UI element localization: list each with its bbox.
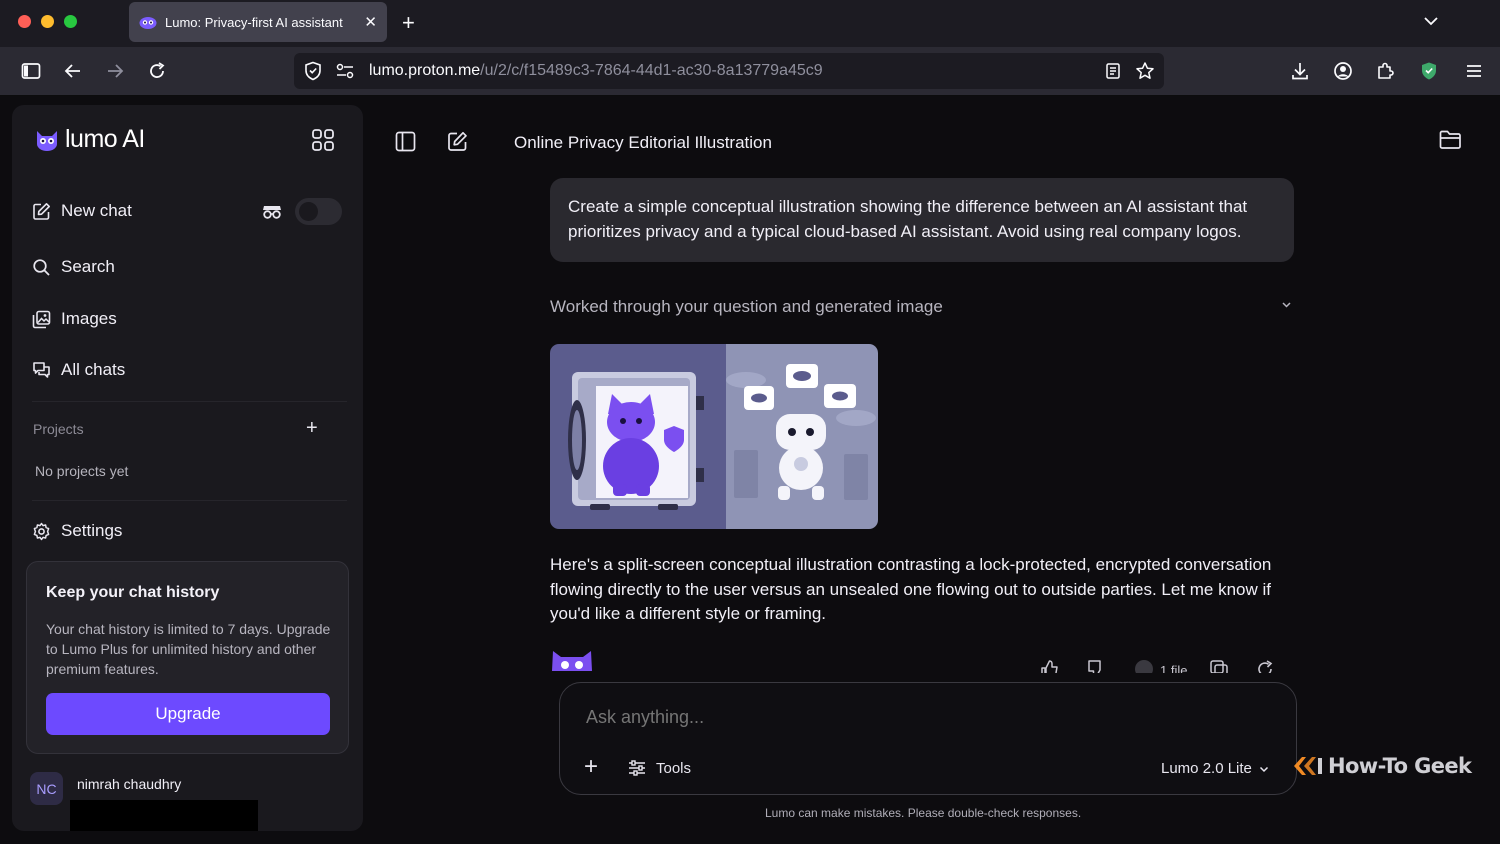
divider bbox=[32, 500, 347, 501]
tab-title: Lumo: Privacy-first AI assistant bbox=[165, 14, 343, 30]
files-count-label: 1 file bbox=[1160, 663, 1188, 673]
new-chat-button[interactable]: New chat bbox=[32, 201, 132, 221]
url-path: /u/2/c/f15489c3-7864-44d1-ac30-8a13779a4… bbox=[480, 62, 823, 79]
all-chats-label: All chats bbox=[61, 360, 126, 379]
search-nav-item[interactable]: Search bbox=[32, 257, 115, 277]
brand-logo[interactable]: lumo AI bbox=[35, 125, 145, 154]
new-tab-button[interactable]: + bbox=[402, 10, 415, 36]
user-profile[interactable]: NC nimrah chaudhry bbox=[30, 772, 258, 831]
browser-tab-active[interactable]: Lumo: Privacy-first AI assistant ✕ bbox=[129, 2, 387, 42]
search-icon bbox=[33, 258, 50, 276]
forward-arrow-icon[interactable] bbox=[105, 61, 125, 81]
url-text[interactable]: lumo.proton.me/u/2/c/f15489c3-7864-44d1-… bbox=[369, 62, 823, 80]
user-name: nimrah chaudhry bbox=[77, 776, 182, 792]
collapse-sidebar-icon[interactable] bbox=[395, 131, 416, 152]
reader-view-icon[interactable] bbox=[1104, 62, 1122, 80]
account-icon[interactable] bbox=[1333, 61, 1353, 81]
how-to-geek-watermark: How-To Geek bbox=[1292, 754, 1472, 778]
lumo-assistant-avatar-icon bbox=[552, 651, 592, 671]
chats-icon bbox=[33, 361, 50, 378]
gear-icon bbox=[33, 522, 50, 540]
url-host: lumo.proton.me bbox=[369, 62, 481, 79]
tools-label: Tools bbox=[656, 759, 692, 777]
address-bar[interactable]: lumo.proton.me/u/2/c/f15489c3-7864-44d1-… bbox=[294, 53, 1164, 89]
thumbs-down-icon[interactable] bbox=[1086, 659, 1106, 673]
disclaimer-text: Lumo can make mistakes. Please double-ch… bbox=[765, 806, 1082, 820]
tab-close-icon[interactable]: ✕ bbox=[364, 13, 377, 31]
message-actions: 1 file bbox=[1040, 659, 1275, 673]
redacted-email-bar bbox=[70, 800, 258, 831]
sidebar: lumo AI New chat Search Images All chats… bbox=[12, 105, 363, 831]
brand-name: lumo AI bbox=[65, 125, 145, 153]
message-input[interactable] bbox=[586, 707, 1266, 728]
how-to-geek-logo-icon bbox=[1294, 757, 1322, 775]
site-permissions-icon[interactable] bbox=[336, 63, 354, 79]
browser-tab-bar: Lumo: Privacy-first AI assistant ✕ + bbox=[0, 0, 1500, 47]
close-window-button[interactable] bbox=[18, 15, 31, 28]
hamburger-menu-icon[interactable] bbox=[1464, 61, 1484, 81]
upgrade-card: Keep your chat history Your chat history… bbox=[26, 561, 349, 754]
chevron-down-icon[interactable] bbox=[1422, 12, 1440, 30]
compose-icon bbox=[33, 202, 50, 220]
model-label: Lumo 2.0 Lite bbox=[1161, 760, 1252, 777]
file-icon bbox=[1135, 660, 1153, 673]
toggle-knob bbox=[299, 202, 318, 221]
extensions-puzzle-icon[interactable] bbox=[1375, 61, 1395, 81]
images-nav-item[interactable]: Images bbox=[32, 309, 117, 329]
add-project-button[interactable]: + bbox=[306, 417, 318, 440]
model-selector[interactable]: Lumo 2.0 Lite bbox=[1161, 760, 1270, 777]
ghost-mode-glasses-icon bbox=[263, 205, 281, 219]
message-composer: + Tools Lumo 2.0 Lite bbox=[559, 682, 1297, 795]
chevron-down-icon bbox=[1259, 766, 1268, 772]
sliders-icon bbox=[629, 760, 645, 776]
projects-heading: Projects bbox=[33, 421, 84, 437]
attached-files-button[interactable]: 1 file bbox=[1134, 659, 1187, 673]
attach-button[interactable]: + bbox=[584, 755, 598, 779]
chat-title: Online Privacy Editorial Illustration bbox=[514, 133, 772, 152]
lumo-favicon-icon bbox=[139, 17, 157, 29]
settings-label: Settings bbox=[61, 521, 123, 540]
minimize-window-button[interactable] bbox=[41, 15, 54, 28]
upgrade-button[interactable]: Upgrade bbox=[46, 693, 330, 735]
maximize-window-button[interactable] bbox=[64, 15, 77, 28]
watermark-text: How-To Geek bbox=[1328, 754, 1472, 778]
new-chat-compose-icon[interactable] bbox=[447, 131, 468, 152]
reasoning-summary[interactable]: Worked through your question and generat… bbox=[550, 297, 943, 317]
thumbs-up-icon[interactable] bbox=[1040, 659, 1060, 673]
settings-nav-item[interactable]: Settings bbox=[32, 521, 122, 541]
tools-button[interactable]: Tools bbox=[628, 759, 691, 777]
reload-icon[interactable] bbox=[147, 61, 167, 81]
images-icon bbox=[32, 310, 51, 328]
copy-icon[interactable] bbox=[1209, 659, 1229, 673]
regenerate-icon[interactable] bbox=[1255, 659, 1275, 673]
ghost-mode-toggle[interactable] bbox=[295, 198, 342, 225]
user-message-bubble: Create a simple conceptual illustration … bbox=[550, 178, 1294, 262]
downloads-icon[interactable] bbox=[1290, 61, 1310, 81]
upgrade-description: Your chat history is limited to 7 days. … bbox=[46, 621, 331, 677]
all-chats-nav-item[interactable]: All chats bbox=[32, 360, 125, 380]
vpn-shield-extension-icon[interactable] bbox=[1419, 61, 1439, 81]
lumo-app: lumo AI New chat Search Images All chats… bbox=[0, 96, 1500, 844]
apps-grid-icon[interactable] bbox=[311, 128, 335, 152]
ghost-mode-control[interactable] bbox=[261, 198, 342, 225]
upgrade-title: Keep your chat history bbox=[46, 584, 220, 601]
tracking-protection-shield-icon[interactable] bbox=[304, 61, 322, 81]
chevron-down-icon[interactable] bbox=[1280, 298, 1293, 311]
no-projects-text: No projects yet bbox=[35, 463, 129, 479]
back-arrow-icon[interactable] bbox=[63, 61, 83, 81]
lumo-cat-logo-icon bbox=[37, 130, 57, 151]
divider bbox=[32, 401, 347, 402]
bookmark-star-icon[interactable] bbox=[1135, 61, 1155, 81]
generated-illustration-image[interactable] bbox=[550, 344, 878, 529]
sidebar-toggle-icon[interactable] bbox=[21, 61, 41, 81]
new-chat-label: New chat bbox=[61, 201, 132, 220]
folder-icon[interactable] bbox=[1439, 130, 1462, 150]
images-label: Images bbox=[61, 309, 117, 328]
assistant-message: Here's a split-screen conceptual illustr… bbox=[550, 555, 1272, 623]
search-label: Search bbox=[61, 257, 115, 276]
avatar: NC bbox=[30, 772, 63, 805]
browser-toolbar: lumo.proton.me/u/2/c/f15489c3-7864-44d1-… bbox=[0, 47, 1500, 96]
